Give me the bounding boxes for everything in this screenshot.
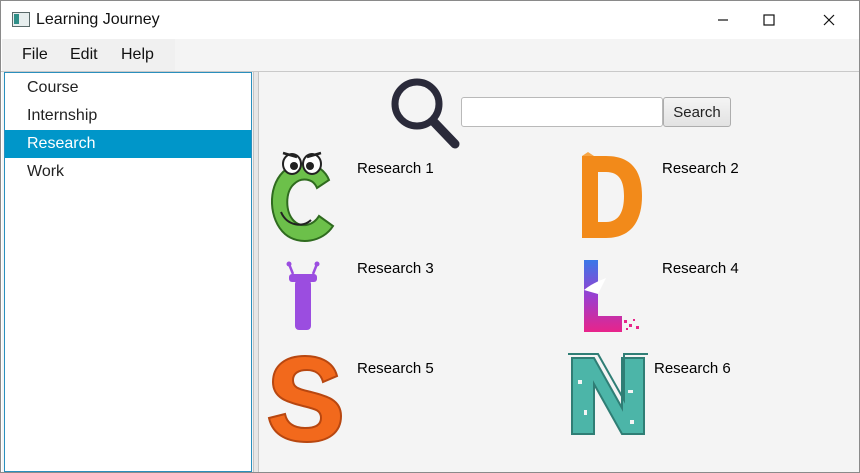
research-label-6: Research 6 <box>654 360 731 377</box>
research-card-5[interactable]: Research 5 <box>267 350 447 450</box>
category-list[interactable]: Course Internship Research Work <box>4 72 252 472</box>
close-icon <box>823 14 835 25</box>
research-card-4[interactable]: Research 4 <box>572 250 752 350</box>
app-window: Learning Journey File Edit Help Course I… <box>0 0 860 473</box>
list-item-internship[interactable]: Internship <box>5 102 251 130</box>
letter-n-teal-icon <box>568 353 648 435</box>
research-card-3[interactable]: Research 3 <box>267 250 447 350</box>
left-panel: Course Internship Research Work <box>2 72 253 472</box>
letter-l-gradient-icon <box>584 260 639 332</box>
letter-i-purple-icon <box>286 261 320 330</box>
research-card-2[interactable]: Research 2 <box>572 150 752 250</box>
menu-edit[interactable]: Edit <box>70 46 98 64</box>
list-item-course[interactable]: Course <box>5 74 251 102</box>
menu-bar-filler <box>175 39 859 71</box>
research-label-2: Research 2 <box>662 160 739 177</box>
research-label-3: Research 3 <box>357 260 434 277</box>
magnifier-icon <box>391 78 460 149</box>
search-input[interactable] <box>461 97 663 127</box>
window-title: Learning Journey <box>36 11 160 28</box>
research-card-1[interactable]: Research 1 <box>267 150 447 250</box>
close-window-button[interactable] <box>806 1 852 38</box>
maximize-window-button[interactable] <box>746 1 792 38</box>
research-label-5: Research 5 <box>357 360 434 377</box>
letter-c-cartoon-icon <box>270 151 335 242</box>
list-item-research[interactable]: Research <box>5 130 251 158</box>
research-content-panel: Search Research 1 Research 2 Research 3 … <box>259 72 859 472</box>
research-label-4: Research 4 <box>662 260 739 277</box>
menu-help[interactable]: Help <box>121 46 154 64</box>
menu-file[interactable]: File <box>22 46 48 64</box>
search-button[interactable]: Search <box>663 97 731 127</box>
research-card-6[interactable]: Research 6 <box>564 350 744 450</box>
letter-s-orange-icon <box>267 354 343 444</box>
minimize-window-icon <box>718 18 728 21</box>
list-item-work[interactable]: Work <box>5 158 251 186</box>
letter-d-orange-icon <box>582 152 642 238</box>
maximize-icon <box>763 13 775 26</box>
menu-bar: File Edit Help <box>2 39 175 71</box>
research-label-1: Research 1 <box>357 160 434 177</box>
minimize-window-button[interactable] <box>700 1 746 38</box>
app-icon <box>12 12 30 27</box>
